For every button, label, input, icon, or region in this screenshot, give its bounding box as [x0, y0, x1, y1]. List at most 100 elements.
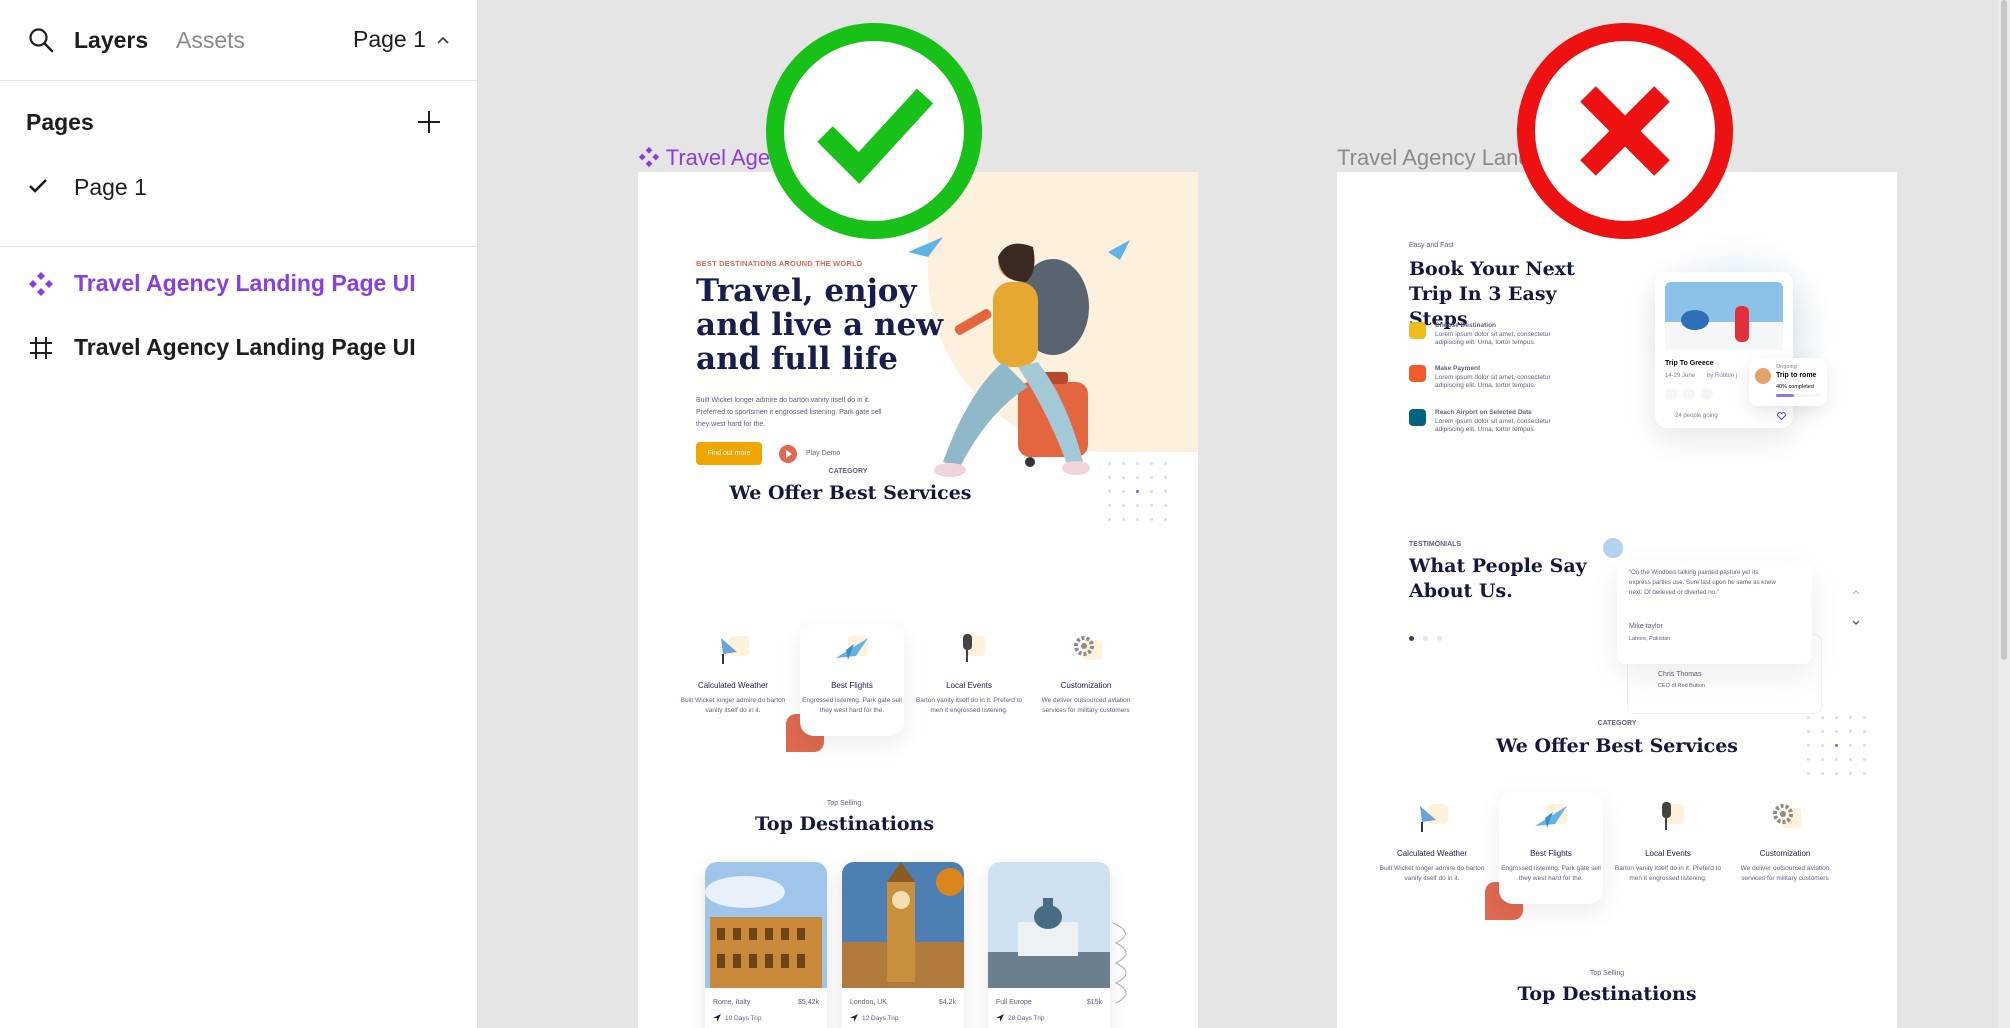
- destination-price: $5,42k: [797, 999, 819, 1006]
- services-heading: We Offer Best Services: [729, 482, 972, 504]
- service-title: Customization: [1060, 681, 1112, 690]
- service-local-events[interactable]: Local Events Barton vanity itself do in …: [914, 632, 1024, 716]
- frame-a[interactable]: BEST DESTINATIONS AROUND THE WORLD Trave…: [638, 172, 1198, 1028]
- testimonial-name: Mike taylor: [1629, 623, 1663, 630]
- chevron-down-icon: [1852, 620, 1860, 625]
- ongoing-title: Trip to rome: [1776, 372, 1817, 379]
- destinations-heading: Top Destinations: [754, 813, 935, 835]
- destination-card-london[interactable]: London, UK $4.2k 12 Days Trip: [842, 862, 964, 1028]
- close-icon: [1517, 23, 1733, 239]
- correct-badge: [765, 22, 983, 240]
- decor-dots: [1108, 462, 1178, 532]
- testimonial-card: “On the Windows talking painted pasture …: [1617, 562, 1812, 664]
- service-local-events[interactable]: Local Events Barton vanity itself do in …: [1613, 800, 1723, 884]
- layer-component[interactable]: Travel Agency Landing Page UI: [0, 262, 478, 302]
- ongoing-trip-card[interactable]: Ongoing Trip to rome 40% completed: [1749, 358, 1827, 406]
- progress-track: [1776, 394, 1820, 397]
- send-icon[interactable]: [1701, 388, 1713, 400]
- step-desc: Lorem ipsum dolor sit amet, consectetur …: [1435, 331, 1551, 346]
- search-icon[interactable]: [28, 27, 54, 53]
- component-icon: [29, 272, 53, 296]
- scrollbar-thumb[interactable]: [2001, 0, 2007, 660]
- testimonials-eyebrow: TESTIMONIALS: [1409, 541, 1462, 548]
- frame-icon: [30, 337, 52, 359]
- microphone-icon: [1662, 802, 1684, 830]
- destination-trip: 10 Days Trip: [725, 1015, 762, 1022]
- step-title: Reach Airport on Selected Date: [1435, 409, 1532, 416]
- helsinki-image: [988, 862, 1110, 988]
- satellite-icon: [1420, 804, 1448, 832]
- step-icon: [1409, 322, 1426, 339]
- play-icon[interactable]: [779, 445, 797, 463]
- service-title: Best Flights: [831, 681, 873, 690]
- service-desc: Built Wicket longer admire do barton van…: [680, 697, 786, 714]
- decor-dots: [1807, 716, 1877, 786]
- destination-card-europe[interactable]: Full Europe $15k 28 Days Trip: [988, 862, 1110, 1028]
- colosseum-image: [705, 862, 827, 988]
- destinations-eyebrow: Top Selling: [1589, 970, 1625, 977]
- leaf-icon[interactable]: [1665, 388, 1677, 400]
- trip-dates: 14-29 June: [1665, 373, 1696, 379]
- play-demo-label[interactable]: Play Demo: [806, 450, 840, 457]
- page-item-page-1[interactable]: Page 1: [0, 166, 478, 206]
- service-desc: Engrossed listening. Park gate sell they…: [1501, 865, 1601, 882]
- tab-assets[interactable]: Assets: [176, 27, 245, 54]
- destination-trip: 12 Days Trip: [862, 1015, 899, 1022]
- layers-panel: Layers Assets Page 1 Pages Page 1 Travel…: [0, 0, 478, 1028]
- tab-layers[interactable]: Layers: [74, 27, 148, 54]
- testimonial-arrows[interactable]: [1851, 588, 1861, 628]
- step-desc: Lorem ipsum dolor sit amet, consectetur …: [1435, 418, 1551, 433]
- testimonial-role-2: CEO of Red Button: [1658, 683, 1706, 689]
- service-desc: We deliver outsourced aviation services …: [1041, 697, 1131, 714]
- hero-eyebrow: BEST DESTINATIONS AROUND THE WORLD: [696, 259, 863, 268]
- layer-frame[interactable]: Travel Agency Landing Page UI: [0, 326, 478, 366]
- service-customization[interactable]: Customization We deliver outsourced avia…: [1730, 800, 1840, 884]
- microphone-icon: [963, 634, 985, 662]
- hero-paragraph: Built Wicket longer admire do barton van…: [696, 397, 882, 428]
- service-desc: Barton vanity itself do in it. Preferd t…: [915, 697, 1023, 714]
- step-icon: [1409, 409, 1426, 426]
- pager-dot[interactable]: [1437, 636, 1442, 641]
- step-title: Choose Destination: [1435, 322, 1497, 329]
- map-icon[interactable]: [1683, 388, 1695, 400]
- gear-icon: [1773, 804, 1801, 828]
- traveler-illustration: [908, 237, 1130, 477]
- heart-icon[interactable]: [1777, 412, 1786, 420]
- figma-workspace: Layers Assets Page 1 Pages Page 1 Travel…: [0, 0, 2010, 1028]
- ongoing-completion: 40% completed: [1776, 384, 1814, 390]
- testimonial-pager[interactable]: [1409, 636, 1442, 641]
- service-customization[interactable]: Customization We deliver outsourced avia…: [1031, 632, 1141, 716]
- step-icon: [1409, 365, 1426, 382]
- service-calculated-weather[interactable]: Calculated Weather Built Wicket longer a…: [1377, 800, 1487, 884]
- service-best-flights[interactable]: Best Flights Engrossed listening. Park g…: [1496, 800, 1606, 884]
- trip-going: 24 people going: [1675, 413, 1718, 419]
- service-title: Local Events: [946, 681, 992, 690]
- add-page-icon[interactable]: [416, 109, 442, 135]
- service-title: Local Events: [1645, 849, 1691, 858]
- trip-title: Trip To Greece: [1665, 360, 1714, 367]
- check-icon: [29, 179, 47, 193]
- destination-card-rome[interactable]: Rome, Italty $5,42k 10 Days Trip: [705, 862, 827, 1028]
- page-selector[interactable]: Page 1: [353, 26, 450, 53]
- service-title: Best Flights: [1530, 849, 1572, 858]
- canvas-scrollbar[interactable]: [1998, 0, 2010, 1028]
- decor-spring: [1112, 922, 1127, 1004]
- wrong-badge: [1516, 22, 1734, 240]
- pager-dot[interactable]: [1409, 636, 1414, 641]
- frame-b[interactable]: Easy and Fast Book Your Next Trip In 3 E…: [1337, 172, 1897, 1028]
- step-desc: Lorem ipsum dolor sit amet, consectetur …: [1435, 374, 1551, 389]
- destination-trip: 28 Days Trip: [1008, 1015, 1045, 1022]
- service-best-flights[interactable]: Best Flights Engrossed listening. Park g…: [797, 632, 907, 716]
- page-item-label: Page 1: [74, 174, 147, 200]
- find-out-more-button[interactable]: Find out more: [696, 442, 762, 465]
- divider: [0, 246, 478, 247]
- ongoing-label: Ongoing: [1776, 364, 1797, 370]
- pager-dot[interactable]: [1423, 636, 1428, 641]
- avatar: [1601, 536, 1625, 560]
- service-calculated-weather[interactable]: Calculated Weather Built Wicket longer a…: [678, 632, 788, 716]
- destination-name: Rome, Italty: [713, 999, 751, 1006]
- destinations-eyebrow: Top Selling: [826, 800, 862, 807]
- step-title: Make Payment: [1435, 365, 1481, 372]
- navigation-icon: [850, 1014, 858, 1022]
- layer-label: Travel Agency Landing Page UI: [74, 270, 416, 296]
